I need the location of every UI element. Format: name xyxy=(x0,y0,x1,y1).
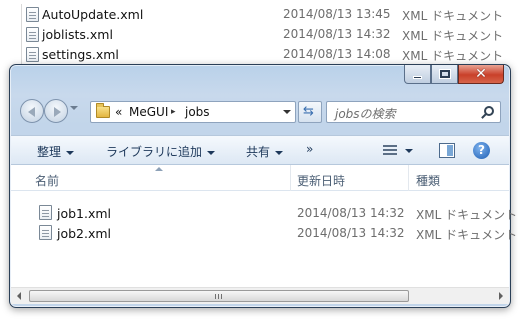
maximize-button[interactable] xyxy=(431,65,458,84)
scroll-right-icon[interactable] xyxy=(492,288,509,304)
breadcrumb-item-jobs[interactable]: jobs xyxy=(185,105,210,119)
search-icon[interactable] xyxy=(484,106,494,116)
chevron-down-icon xyxy=(275,150,284,155)
column-header-type[interactable]: 種類 xyxy=(416,172,440,189)
list-item[interactable]: AutoUpdate.xml 2014/08/13 13:45 XML ドキュメ… xyxy=(0,4,520,24)
chevron-down-icon xyxy=(207,150,216,155)
breadcrumb-separator-icon[interactable]: ▸ xyxy=(171,107,176,117)
refresh-icon: ⇆ xyxy=(303,104,314,119)
scroll-left-icon[interactable] xyxy=(11,288,28,304)
title-bar[interactable]: ✕ xyxy=(10,65,510,95)
organize-label: 整理 xyxy=(37,145,62,159)
column-header-name[interactable]: 名前 xyxy=(35,172,59,189)
forward-button[interactable] xyxy=(44,99,68,123)
file-date: 2014/08/13 14:32 xyxy=(297,226,405,240)
file-name: job2.xml xyxy=(57,226,112,241)
minimize-icon xyxy=(413,75,422,79)
horizontal-scrollbar[interactable] xyxy=(11,287,509,304)
file-date: 2014/08/13 13:45 xyxy=(283,7,391,21)
scrollbar-thumb[interactable] xyxy=(29,290,409,302)
file-date: 2014/08/13 14:32 xyxy=(283,27,391,41)
file-name: joblists.xml xyxy=(42,27,113,42)
chevron-down-icon xyxy=(66,150,75,155)
file-name: settings.xml xyxy=(42,47,119,62)
file-name: AutoUpdate.xml xyxy=(42,7,144,22)
close-button[interactable]: ✕ xyxy=(458,65,504,84)
preview-pane-icon[interactable] xyxy=(439,143,455,158)
list-item[interactable]: settings.xml 2014/08/13 14:08 XML ドキュメント xyxy=(0,44,520,64)
more-commands-button[interactable]: » xyxy=(306,142,313,156)
view-options-dropdown[interactable] xyxy=(405,149,413,153)
column-header-row: 名前 更新日時 種類 xyxy=(11,165,509,191)
share-label: 共有 xyxy=(246,145,271,159)
file-date: 2014/08/13 14:08 xyxy=(283,47,391,61)
file-date: 2014/08/13 14:32 xyxy=(297,206,405,220)
organize-button[interactable]: 整理 xyxy=(37,143,75,160)
file-type: XML ドキュメント xyxy=(416,208,518,222)
file-list-pane: 名前 更新日時 種類 job1.xml 2014/08/13 14:32 XML… xyxy=(11,165,517,287)
recent-pages-dropdown[interactable] xyxy=(70,106,78,110)
search-box[interactable]: jobsの検索 xyxy=(326,101,501,123)
folder-icon xyxy=(96,103,110,118)
table-row[interactable]: job2.xml 2014/08/13 14:32 XML ドキュメント xyxy=(11,223,517,243)
back-button[interactable] xyxy=(20,99,44,123)
caption-buttons: ✕ xyxy=(404,65,504,85)
table-row[interactable]: job1.xml 2014/08/13 14:32 XML ドキュメント xyxy=(11,203,517,223)
xml-file-icon xyxy=(26,27,39,42)
file-name: job1.xml xyxy=(57,206,112,221)
xml-file-icon xyxy=(39,225,52,240)
help-icon[interactable]: ? xyxy=(473,142,490,159)
add-to-library-label: ライブラリに追加 xyxy=(106,145,203,159)
navigation-row: « MeGUI ▸ jobs ⇆ jobsの検索 xyxy=(10,95,510,123)
column-header-date[interactable]: 更新日時 xyxy=(297,172,345,189)
address-dropdown-icon[interactable] xyxy=(283,110,291,114)
close-icon: ✕ xyxy=(475,66,487,82)
breadcrumb-item-megui[interactable]: MeGUI xyxy=(129,105,168,119)
xml-file-icon xyxy=(26,7,39,22)
search-input[interactable]: jobsの検索 xyxy=(335,105,396,122)
file-type: XML ドキュメント xyxy=(402,49,504,63)
change-view-icon[interactable] xyxy=(383,145,397,156)
file-type: XML ドキュメント xyxy=(416,228,518,242)
sort-ascending-icon xyxy=(155,167,163,171)
share-button[interactable]: 共有 xyxy=(246,143,284,160)
xml-file-icon xyxy=(26,47,39,62)
file-type: XML ドキュメント xyxy=(402,9,504,23)
command-bar: 整理 ライブラリに追加 共有 » ? xyxy=(11,135,509,165)
maximize-icon xyxy=(438,69,451,79)
list-item[interactable]: joblists.xml 2014/08/13 14:32 XML ドキュメント xyxy=(0,24,520,44)
refresh-button[interactable]: ⇆ xyxy=(298,101,322,123)
breadcrumb-overflow[interactable]: « xyxy=(115,105,122,119)
xml-file-icon xyxy=(39,205,52,220)
minimize-button[interactable] xyxy=(404,65,431,84)
explorer-window: ✕ « MeGUI ▸ jobs ⇆ jobsの検索 整理 ライブラリに追加 共… xyxy=(9,64,517,308)
address-bar[interactable]: « MeGUI ▸ jobs xyxy=(90,101,296,123)
add-to-library-button[interactable]: ライブラリに追加 xyxy=(106,143,216,160)
grip-icon xyxy=(215,294,223,299)
file-type: XML ドキュメント xyxy=(402,29,504,43)
